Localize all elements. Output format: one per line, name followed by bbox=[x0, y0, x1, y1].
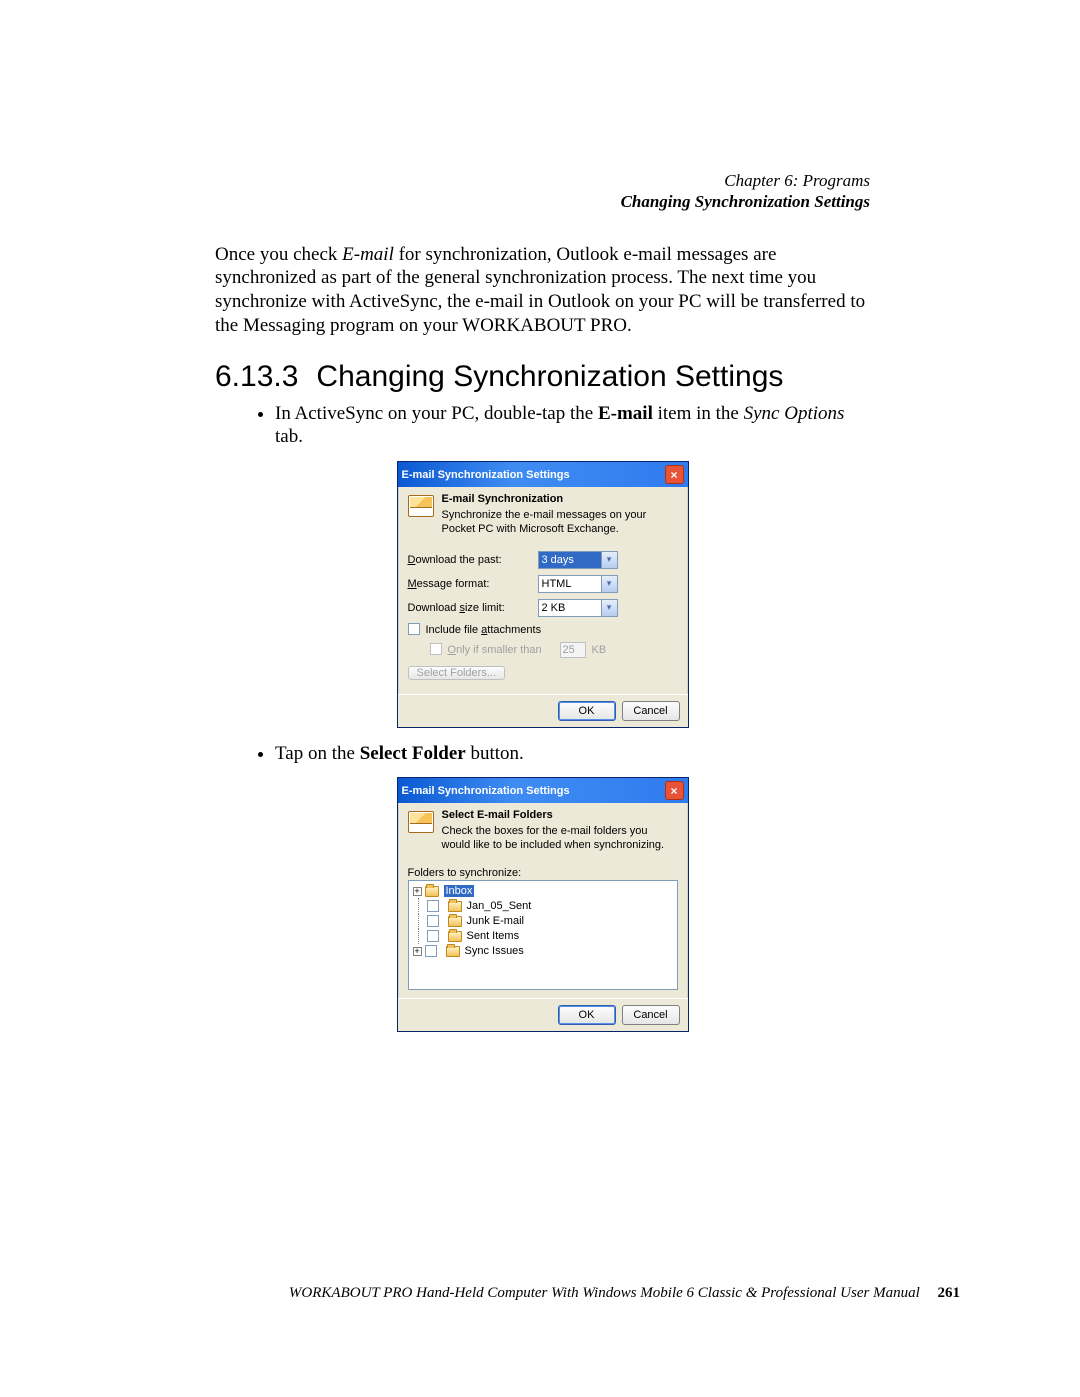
dialog-titlebar[interactable]: E-mail Synchronization Settings × bbox=[398, 778, 688, 803]
section-number: 6.13.3 bbox=[215, 360, 298, 393]
tree-item-jan[interactable]: Jan_05_Sent bbox=[413, 899, 673, 914]
cancel-button[interactable]: Cancel bbox=[622, 701, 680, 721]
checkbox-icon[interactable] bbox=[427, 900, 439, 912]
section-heading-text: Changing Synchronization Settings bbox=[316, 360, 783, 393]
tree-label: Sent Items bbox=[467, 930, 520, 942]
step-1: In ActiveSync on your PC, double-tap the… bbox=[275, 402, 870, 450]
tree-item-sync-issues[interactable]: + Sync Issues bbox=[413, 944, 673, 959]
folder-icon bbox=[448, 916, 462, 927]
dialog-heading: Select E-mail Folders bbox=[442, 809, 678, 821]
chevron-down-icon[interactable]: ▾ bbox=[601, 600, 617, 616]
tree-label: Sync Issues bbox=[465, 945, 524, 957]
message-format-combo[interactable]: HTML ▾ bbox=[538, 575, 618, 593]
dialog-description: Synchronize the e-mail messages on your … bbox=[442, 509, 678, 537]
message-format-value: HTML bbox=[539, 576, 601, 592]
cancel-button[interactable]: Cancel bbox=[622, 1005, 680, 1025]
checkbox-icon[interactable] bbox=[425, 945, 437, 957]
chevron-down-icon[interactable]: ▾ bbox=[601, 576, 617, 592]
page-footer: WORKABOUT PRO Hand-Held Computer With Wi… bbox=[210, 1285, 960, 1302]
expand-icon[interactable]: + bbox=[413, 947, 422, 956]
folder-icon bbox=[448, 901, 462, 912]
download-size-label: Download size limit: bbox=[408, 602, 538, 614]
folder-icon bbox=[425, 886, 439, 897]
tree-item-junk[interactable]: Junk E-mail bbox=[413, 914, 673, 929]
dialog-title: E-mail Synchronization Settings bbox=[402, 469, 570, 481]
checkbox-icon[interactable] bbox=[427, 930, 439, 942]
mail-icon bbox=[408, 811, 434, 833]
folders-label: Folders to synchronize: bbox=[408, 867, 678, 879]
tree-label: Jan_05_Sent bbox=[467, 900, 532, 912]
footer-text: WORKABOUT PRO Hand-Held Computer With Wi… bbox=[289, 1285, 920, 1301]
folder-icon bbox=[446, 946, 460, 957]
ok-button[interactable]: OK bbox=[558, 1005, 616, 1025]
mail-icon bbox=[408, 495, 434, 517]
only-smaller-checkbox: Only if smaller than bbox=[430, 643, 560, 656]
checkbox-icon bbox=[430, 643, 442, 655]
folders-tree[interactable]: + Inbox Jan_05_Sent Junk E-ma bbox=[408, 880, 678, 990]
include-attachments-checkbox[interactable]: Include file attachments bbox=[408, 623, 542, 636]
select-folders-button: Select Folders... bbox=[408, 666, 506, 680]
download-past-label: Download the past: bbox=[408, 554, 538, 566]
close-icon[interactable]: × bbox=[665, 781, 684, 800]
step-2: Tap on the Select Folder button. bbox=[275, 742, 870, 766]
message-format-label: Message format: bbox=[408, 578, 538, 590]
ok-button[interactable]: OK bbox=[558, 701, 616, 721]
email-sync-settings-dialog: E-mail Synchronization Settings × E-mail… bbox=[397, 461, 689, 728]
download-past-value: 3 days bbox=[539, 552, 601, 568]
page-number: 261 bbox=[938, 1285, 961, 1301]
dialog-titlebar[interactable]: E-mail Synchronization Settings × bbox=[398, 462, 688, 487]
checkbox-icon[interactable] bbox=[408, 623, 420, 635]
only-smaller-input: KB bbox=[560, 642, 607, 658]
download-size-combo[interactable]: 2 KB ▾ bbox=[538, 599, 618, 617]
page-header: Chapter 6: Programs Changing Synchroniza… bbox=[215, 170, 870, 213]
intro-paragraph: Once you check E-mail for synchronizatio… bbox=[215, 243, 870, 338]
chevron-down-icon[interactable]: ▾ bbox=[601, 552, 617, 568]
dialog-heading: E-mail Synchronization bbox=[442, 493, 678, 505]
section-label: Changing Synchronization Settings bbox=[621, 192, 870, 211]
tree-item-sent[interactable]: Sent Items bbox=[413, 929, 673, 944]
chapter-label: Chapter 6: Programs bbox=[724, 171, 870, 190]
select-email-folders-dialog: E-mail Synchronization Settings × Select… bbox=[397, 777, 689, 1032]
download-size-value: 2 KB bbox=[539, 600, 601, 616]
expand-icon[interactable]: + bbox=[413, 887, 422, 896]
tree-label: Junk E-mail bbox=[467, 915, 524, 927]
dialog-title: E-mail Synchronization Settings bbox=[402, 785, 570, 797]
download-past-combo[interactable]: 3 days ▾ bbox=[538, 551, 618, 569]
dialog-description: Check the boxes for the e-mail folders y… bbox=[442, 825, 678, 853]
checkbox-icon[interactable] bbox=[427, 915, 439, 927]
section-heading: 6.13.3 Changing Synchronization Settings bbox=[215, 360, 870, 394]
folder-icon bbox=[448, 931, 462, 942]
close-icon[interactable]: × bbox=[665, 465, 684, 484]
tree-label: Inbox bbox=[444, 885, 475, 897]
tree-item-inbox[interactable]: + Inbox bbox=[413, 884, 673, 899]
